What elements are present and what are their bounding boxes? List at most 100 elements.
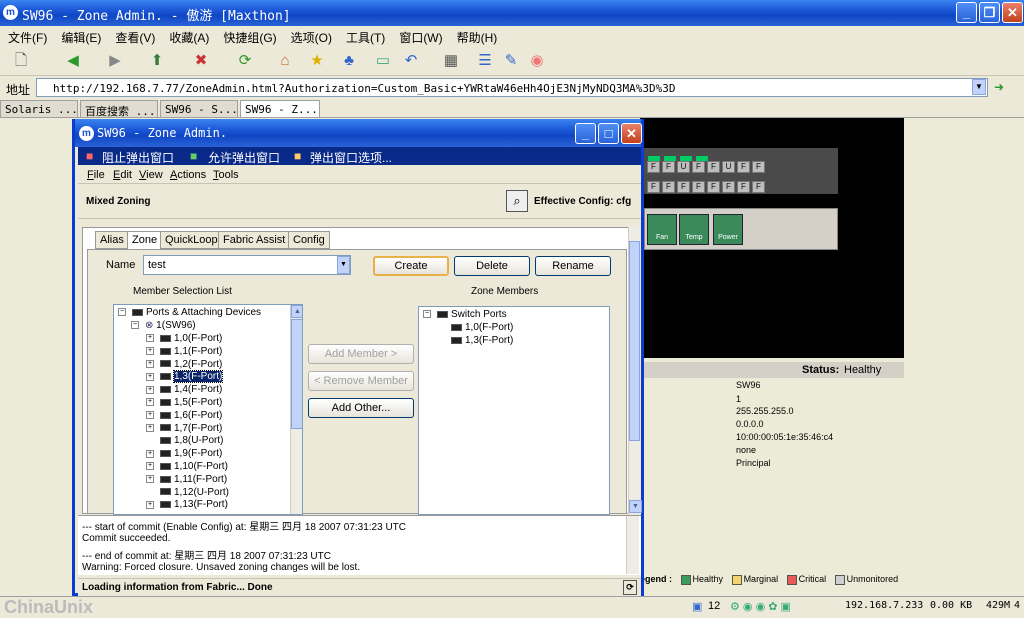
search-icon[interactable]: ⌕ [506,190,528,212]
log-scrollbar[interactable] [626,516,639,574]
rename-button[interactable]: Rename [535,256,611,276]
tab-config[interactable]: Config [288,231,330,249]
port-item[interactable]: +1,2(F-Port) [146,359,222,370]
zmenu-actions[interactable]: Actions [170,169,206,181]
port-item[interactable]: +1,8(U-Port) [146,435,223,446]
fan-icon[interactable]: Fan [647,214,677,245]
tree-switch-item[interactable]: − ⊗ 1(SW96) [131,320,196,331]
delete-button[interactable]: Delete [454,256,530,276]
zmenu-view[interactable]: View [139,169,163,181]
menu-favorites[interactable]: 收藏(A) [161,26,215,46]
add-other-button[interactable]: Add Other... [308,398,414,418]
create-button[interactable]: Create [373,256,449,276]
scroll-thumb[interactable] [291,319,302,429]
expand-icon[interactable]: + [146,359,154,368]
tab-zone[interactable]: Zone [127,231,163,250]
popup-close-button[interactable]: ✕ [621,123,642,144]
maximize-button[interactable]: ❐ [979,2,1000,23]
zmenu-file[interactable]: File [87,169,105,181]
minimize-button[interactable]: _ [956,2,977,23]
expand-icon[interactable]: + [146,475,154,484]
expand-icon[interactable]: + [146,334,154,343]
switch-port[interactable]: F [707,181,720,193]
switch-port[interactable]: F [647,181,660,193]
switch-port[interactable]: F [677,181,690,193]
port-item[interactable]: +1,5(F-Port) [146,397,222,408]
groups-icon[interactable]: ♣ [338,50,360,72]
back-icon[interactable]: ◀ [62,50,84,72]
allow-popup-link[interactable]: 允许弹出窗口 [208,149,280,166]
port-item[interactable]: +1,1(F-Port) [146,346,222,357]
zone-member-item[interactable]: 1,3(F-Port) [451,335,513,346]
undo-icon[interactable]: ↶ [400,50,422,72]
favorites-star-icon[interactable]: ★ [306,50,328,72]
expand-icon[interactable]: + [146,385,154,394]
menu-window[interactable]: 窗口(W) [391,26,448,46]
edit-icon[interactable]: ✎ [500,50,522,72]
menu-tools[interactable]: 工具(T) [338,26,391,46]
switch-port[interactable]: F [737,161,750,173]
switch-port[interactable]: F [737,181,750,193]
popup-minimize-button[interactable]: _ [575,123,596,144]
rss-icon[interactable]: ◉ [526,50,548,72]
expand-icon[interactable]: + [146,462,154,471]
port-item[interactable]: +1,3(F-Port) [146,370,224,384]
tab-sw96-z[interactable]: SW96 - Z... [240,100,320,117]
zone-panel-scrollbar[interactable]: ▼ [628,227,642,514]
port-item[interactable]: +1,6(F-Port) [146,410,222,421]
zmenu-tools[interactable]: Tools [213,169,239,181]
switch-port[interactable]: F [692,181,705,193]
popup-options-link[interactable]: 弹出窗口选项... [310,149,392,166]
close-button[interactable]: ✕ [1002,2,1023,23]
add-member-button[interactable]: Add Member > [308,344,414,364]
member-list-scrollbar[interactable]: ▲ [290,305,302,514]
switch-port[interactable]: U [722,161,735,173]
tab-sw96-s[interactable]: SW96 - S... [160,100,238,117]
expand-icon[interactable]: + [146,398,154,407]
remove-member-button[interactable]: < Remove Member [308,371,414,391]
switch-port[interactable]: F [662,181,675,193]
port-item[interactable]: +1,4(F-Port) [146,384,222,395]
port-item[interactable]: +1,12(U-Port) [146,487,229,498]
power-icon[interactable]: Power [713,214,743,245]
zone-member-item[interactable]: 1,0(F-Port) [451,322,513,333]
popup-maximize-button[interactable]: □ [598,123,619,144]
tab-quickloop[interactable]: QuickLoop [160,231,223,249]
zone-name-select[interactable]: test [143,255,351,275]
window-icon[interactable]: ▭ [372,50,394,72]
forward-icon[interactable]: ▶ [104,50,126,72]
address-input[interactable]: http://192.168.7.77/ZoneAdmin.html?Autho… [36,78,988,97]
new-page-icon[interactable]: 🗋 [10,50,32,72]
home-icon[interactable]: ⌂ [274,50,296,72]
expand-icon[interactable]: + [146,449,154,458]
panel-scroll-thumb[interactable] [629,241,640,441]
menu-help[interactable]: 帮助(H) [449,26,504,46]
expand-icon[interactable]: + [146,372,154,381]
tab-fabric-assist[interactable]: Fabric Assist [218,231,291,249]
block-popup-link[interactable]: 阻止弹出窗口 [102,149,174,166]
tab-alias[interactable]: Alias [95,231,129,249]
switch-port[interactable]: F [722,181,735,193]
go-icon[interactable]: ➜ [992,79,1006,95]
sidebar-icon[interactable]: ☰ [474,50,496,72]
menu-groups[interactable]: 快捷组(G) [215,26,282,46]
address-dropdown-icon[interactable]: ▼ [972,79,986,95]
refresh-status-icon[interactable]: ⟳ [623,580,637,595]
port-item[interactable]: +1,9(F-Port) [146,448,222,459]
expand-icon[interactable]: + [146,500,154,509]
switch-port[interactable]: F [752,181,765,193]
stop-icon[interactable]: ✖ [190,50,212,72]
menu-edit[interactable]: 编辑(E) [53,26,107,46]
member-selection-list[interactable]: − Ports & Attaching Devices − ⊗ 1(SW96) +1… [113,304,303,515]
panel-scroll-down-icon[interactable]: ▼ [629,500,642,513]
scroll-up-icon[interactable]: ▲ [291,305,302,318]
menu-options[interactable]: 选项(O) [283,26,338,46]
port-item[interactable]: +1,7(F-Port) [146,423,222,434]
switch-port[interactable]: F [752,161,765,173]
temp-icon[interactable]: Temp [679,214,709,245]
port-item[interactable]: +1,13(F-Port) [146,499,228,510]
layout-icon[interactable]: ▦ [440,50,462,72]
tab-solaris[interactable]: Solaris ... [0,100,78,117]
expand-icon[interactable]: + [146,347,154,356]
tree-root-item[interactable]: − Ports & Attaching Devices [118,307,261,318]
